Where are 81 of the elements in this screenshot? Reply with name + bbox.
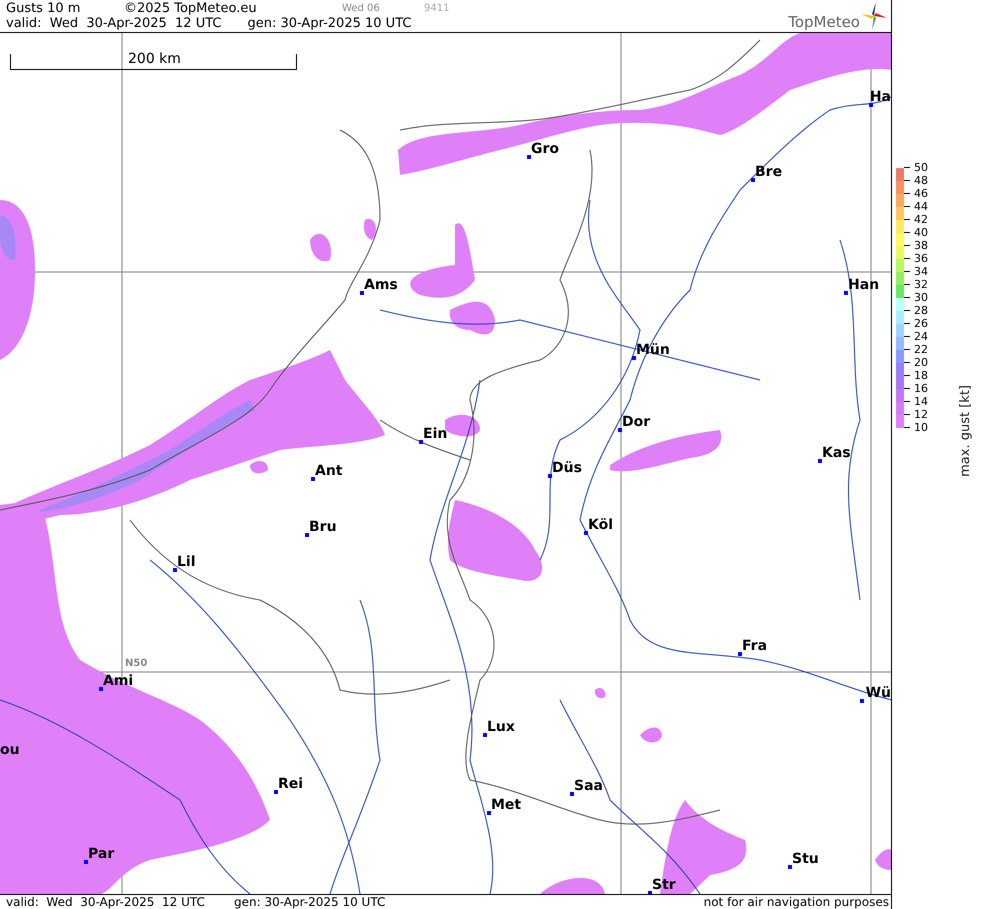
- city-marker-icon: [527, 155, 531, 159]
- city-label: Kas: [822, 445, 851, 461]
- city-label: Str: [652, 877, 676, 893]
- city-label: Gro: [531, 141, 560, 157]
- city-label: Saa: [574, 778, 603, 794]
- scale-tick-label: 34: [904, 265, 928, 278]
- scale-tick-label: 16: [904, 382, 928, 395]
- city-label: Fra: [742, 638, 768, 654]
- valid-time: valid: Wed 30-Apr-2025 12 UTC: [6, 895, 206, 909]
- city-label: Lil: [177, 554, 196, 570]
- city-marker-icon: [274, 790, 278, 794]
- scale-tick-label: 14: [904, 395, 928, 408]
- scale-tick-label: 36: [904, 252, 928, 265]
- latitude-label: N50: [125, 658, 148, 669]
- city-marker-icon: [818, 459, 822, 463]
- city-marker-icon: [360, 291, 364, 295]
- map-title: Gusts 10 m: [6, 1, 82, 16]
- legend-title: max. gust [kt]: [958, 385, 974, 477]
- city-marker-icon: [618, 428, 622, 432]
- city-marker-icon: [570, 792, 574, 796]
- city-marker-icon: [738, 652, 742, 656]
- scale-label: 200 km: [128, 51, 181, 67]
- city-label: Met: [491, 797, 522, 813]
- city-label: Ha: [870, 89, 891, 105]
- scale-tick-label: 38: [904, 239, 928, 252]
- city-marker-icon: [305, 533, 309, 537]
- city-marker-icon: [311, 477, 315, 481]
- city-label: ou: [0, 742, 20, 758]
- city-marker-icon: [99, 687, 103, 691]
- copyright-text: ©2025 TopMeteo.eu: [124, 1, 258, 16]
- scale-tick-label: 42: [904, 213, 928, 226]
- run-code: 9411: [424, 2, 450, 16]
- city-label: Rei: [278, 776, 304, 792]
- city-label: Lux: [487, 719, 515, 735]
- city-label: Köl: [588, 517, 614, 533]
- scale-tick-label: 48: [904, 174, 928, 187]
- scale-tick-label: 40: [904, 226, 928, 239]
- valid-time: valid: Wed 30-Apr-2025 12 UTC: [6, 16, 222, 31]
- scale-tick-label: 46: [904, 187, 928, 200]
- city-marker-icon: [584, 531, 588, 535]
- city-marker-icon: [487, 811, 491, 815]
- generated-time: gen: 30-Apr-2025 10 UTC: [234, 895, 386, 909]
- city-marker-icon: [419, 440, 423, 444]
- scale-tick-label: 10: [904, 421, 928, 434]
- day-code: Wed 06: [342, 2, 381, 16]
- city-label: Par: [88, 846, 114, 862]
- city-label: Dor: [622, 414, 650, 430]
- city-label: Ein: [423, 426, 448, 442]
- city-label: Bru: [309, 519, 337, 535]
- city-label: Ams: [364, 277, 398, 293]
- scale-tick-label: 12: [904, 408, 928, 421]
- city-marker-icon: [869, 103, 873, 107]
- disclaimer-text: not for air navigation purposes: [704, 895, 890, 909]
- scale-tick-label: 24: [904, 330, 928, 343]
- city-label: Ami: [103, 673, 134, 689]
- city-marker-icon: [844, 291, 848, 295]
- city-marker-icon: [751, 178, 755, 182]
- scale-tick-label: 18: [904, 369, 928, 382]
- generated-time: gen: 30-Apr-2025 10 UTC: [247, 16, 412, 31]
- city-label: Ant: [315, 463, 342, 479]
- scale-tick-label: 20: [904, 356, 928, 369]
- city-label: Bre: [755, 164, 782, 180]
- compass-star-icon: [861, 2, 887, 30]
- city-marker-icon: [84, 860, 88, 864]
- scale-tick-label: 50: [904, 161, 928, 174]
- city-marker-icon: [788, 865, 792, 869]
- scale-tick-label: 26: [904, 317, 928, 330]
- city-marker-icon: [483, 733, 487, 737]
- city-marker-icon: [648, 891, 652, 894]
- city-marker-icon: [632, 356, 636, 360]
- logo-text: TopMeteo: [788, 14, 860, 30]
- scale-tick-label: 30: [904, 291, 928, 304]
- city-marker-icon: [860, 699, 864, 703]
- scale-tick-label: 28: [904, 304, 928, 317]
- city-label: Düs: [552, 460, 582, 476]
- scale-tick-label: 44: [904, 200, 928, 213]
- city-marker-icon: [173, 568, 177, 572]
- scale-tick-label: 22: [904, 343, 928, 356]
- city-marker-icon: [548, 474, 552, 478]
- city-label: Stu: [792, 851, 819, 867]
- scale-tick-label: 32: [904, 278, 928, 291]
